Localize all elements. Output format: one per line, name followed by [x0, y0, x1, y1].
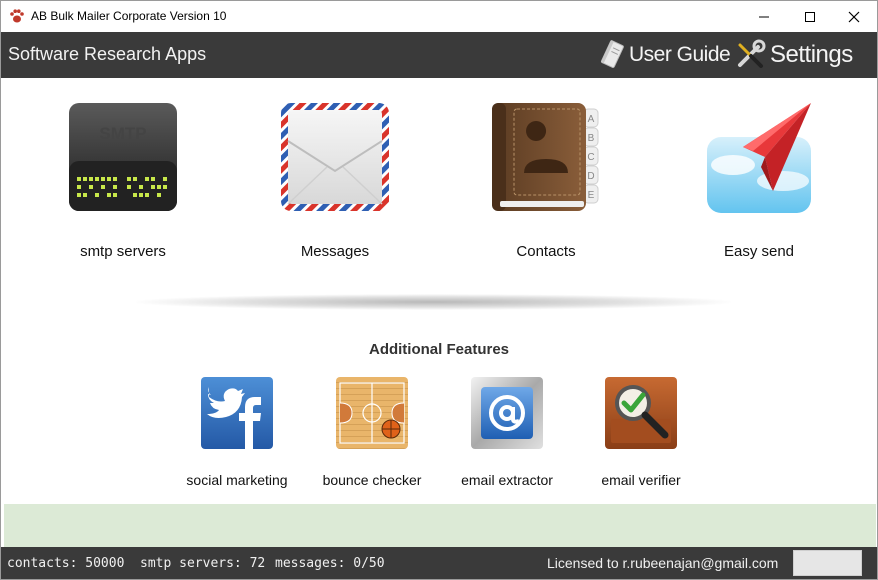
status-license: Licensed to r.rubeenajan@gmail.com: [547, 555, 779, 571]
tile-smtp-servers[interactable]: SMTP smtp servers: [43, 101, 203, 260]
status-messages: messages: 0/50: [275, 556, 385, 571]
paw-icon: [10, 9, 24, 23]
feature-label: bounce checker: [322, 472, 422, 488]
svg-text:D: D: [587, 171, 594, 182]
brand-title: Software Research Apps: [8, 44, 207, 64]
maximize-icon: [805, 11, 815, 22]
svg-text:B: B: [588, 133, 595, 144]
status-panel: [793, 550, 862, 576]
tile-label: Contacts: [516, 243, 576, 260]
tile-contacts[interactable]: A B C D E Contacts: [466, 101, 626, 260]
user-guide-button[interactable]: User Guide: [599, 38, 731, 72]
book-icon: [601, 40, 624, 68]
address-book-icon: A B C D E: [492, 103, 599, 211]
maximize-button[interactable]: [787, 1, 833, 32]
additional-features-title: Additional Features: [368, 341, 510, 358]
feature-email-extractor[interactable]: email extractor: [442, 377, 572, 488]
status-contacts: contacts: 50000: [7, 556, 125, 571]
at-sign-icon: [471, 377, 543, 449]
close-button[interactable]: [831, 1, 877, 32]
twitter-facebook-icon: [201, 377, 273, 449]
svg-text:SMTP: SMTP: [99, 124, 146, 143]
airmail-envelope-icon: [281, 103, 389, 211]
feature-label: email verifier: [601, 472, 681, 488]
smtp-server-icon: SMTP: [69, 103, 177, 211]
close-icon: [848, 11, 860, 22]
minimize-icon: [759, 16, 769, 17]
title-bar: AB Bulk Mailer Corporate Version 10: [1, 1, 877, 32]
app-header: Software Research Apps User Guide Settin…: [1, 32, 877, 78]
status-smtp-servers: smtp servers: 72: [140, 556, 266, 571]
minimize-button[interactable]: [741, 1, 787, 32]
svg-text:C: C: [587, 152, 594, 163]
settings-button[interactable]: Settings: [734, 38, 853, 72]
tile-easy-send[interactable]: Easy send: [679, 101, 839, 260]
info-band: [4, 504, 876, 547]
paper-plane-icon: [707, 103, 811, 213]
window-title: AB Bulk Mailer Corporate Version 10: [31, 9, 227, 23]
feature-label: social marketing: [186, 472, 288, 488]
feature-email-verifier[interactable]: email verifier: [576, 377, 706, 488]
svg-text:E: E: [588, 190, 595, 201]
wrench-screwdriver-icon: [738, 39, 766, 68]
user-guide-label: User Guide: [629, 43, 731, 66]
basketball-court-icon: [336, 377, 408, 449]
status-bar: contacts: 50000 smtp servers: 72 message…: [1, 547, 877, 579]
settings-label: Settings: [770, 41, 853, 68]
magnifier-check-icon: [605, 377, 677, 449]
tile-messages[interactable]: Messages: [255, 101, 415, 260]
divider-shadow: [136, 294, 731, 310]
tile-label: Messages: [300, 243, 370, 260]
feature-social-marketing[interactable]: social marketing: [172, 377, 302, 488]
tile-label: Easy send: [723, 243, 795, 260]
feature-bounce-checker[interactable]: bounce checker: [307, 377, 437, 488]
feature-label: email extractor: [461, 472, 553, 488]
app-window: AB Bulk Mailer Corporate Version 10 Soft…: [0, 0, 878, 580]
svg-text:A: A: [588, 114, 595, 125]
tile-label: smtp servers: [80, 243, 166, 260]
